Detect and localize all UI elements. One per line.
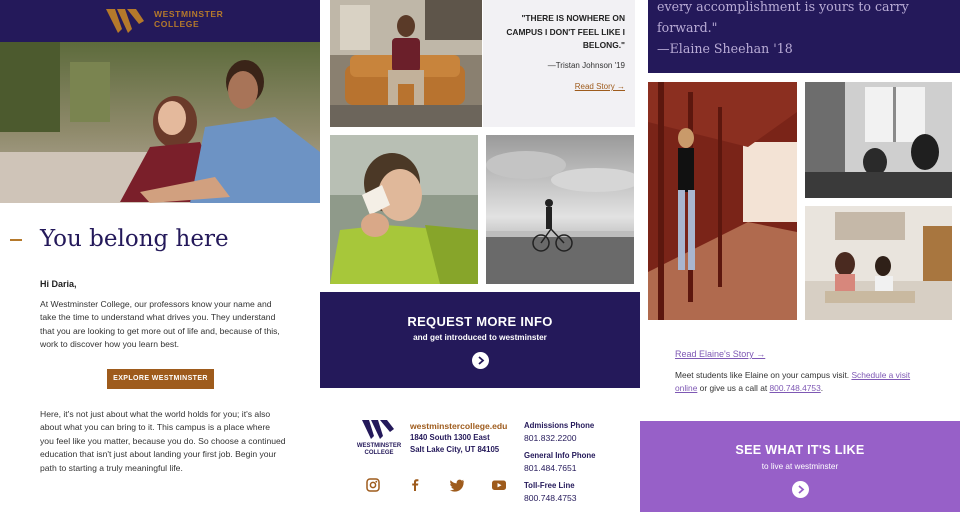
tristan-author: —Tristan Johnson '19 bbox=[547, 61, 625, 70]
chevron-right-icon bbox=[798, 485, 805, 494]
stories-column: "THERE IS NOWHERE ON CAMPUS I DON'T FEEL… bbox=[320, 0, 640, 512]
instagram-icon[interactable] bbox=[365, 478, 381, 492]
student-holding-crystal-photo bbox=[330, 135, 478, 284]
elaine-quote-line2: forward." bbox=[657, 20, 718, 35]
footer-logo-line2: COLLEGE bbox=[364, 450, 394, 456]
request-title: REQUEST MORE INFO bbox=[407, 314, 553, 329]
tristan-photo bbox=[330, 0, 482, 127]
closing-paragraph: Here, it's not just about what the world… bbox=[40, 409, 286, 473]
students-sitting-photo bbox=[0, 42, 320, 203]
see-arrow-button[interactable] bbox=[792, 481, 809, 498]
cyclist-beach-photo bbox=[486, 135, 634, 284]
see-title: SEE WHAT IT'S LIKE bbox=[735, 443, 865, 457]
brand-logo-line2: COLLEGE bbox=[154, 19, 200, 29]
headline-accent-dash bbox=[10, 239, 22, 241]
admissions-phone-number[interactable]: 801.832.2200 bbox=[524, 433, 577, 443]
campus-visit-text: Meet students like Elaine on your campus… bbox=[675, 369, 925, 395]
see-subtitle: to live at westminster bbox=[761, 462, 839, 471]
request-info-banner[interactable]: REQUEST MORE INFO and get introduced to … bbox=[320, 292, 640, 388]
footer-logo-text: WESTMINSTER COLLEGE bbox=[354, 443, 404, 457]
read-elaine-story-link[interactable]: Read Elaine's Story → bbox=[675, 349, 765, 359]
elaine-author: —Elaine Sheehan '18 bbox=[657, 41, 793, 56]
students-studying-photo bbox=[805, 82, 952, 198]
request-subtitle: and get introduced to westminster bbox=[413, 333, 547, 342]
explore-westminster-button[interactable]: EXPLORE WESTMINSTER bbox=[107, 369, 214, 389]
see-what-its-like-banner[interactable]: SEE WHAT IT'S LIKE to live at westminste… bbox=[640, 421, 960, 512]
visit-text-prefix: Meet students like Elaine on your campus… bbox=[675, 370, 852, 380]
chevron-right-icon bbox=[478, 356, 485, 365]
youtube-icon[interactable] bbox=[491, 478, 507, 492]
covered-bridge-photo bbox=[648, 82, 797, 320]
visit-text-middle: or give us a call at bbox=[697, 383, 770, 393]
call-phone-link[interactable]: 800.748.4753 bbox=[770, 383, 821, 393]
intro-column: WESTMINSTER COLLEGE You belong here Hi D… bbox=[0, 0, 320, 512]
facebook-icon[interactable] bbox=[407, 478, 423, 492]
general-phone-label: General Info Phone bbox=[524, 451, 596, 460]
intro-paragraph: At Westminster College, our professors k… bbox=[40, 299, 280, 350]
elaine-quote-line1: every accomplishment is yours to carry bbox=[657, 0, 909, 14]
admissions-phone-label: Admissions Phone bbox=[524, 421, 595, 430]
general-phone-number[interactable]: 801.484.7651 bbox=[524, 463, 577, 473]
website-link[interactable]: westminstercollege.edu bbox=[410, 421, 507, 431]
read-tristan-story-link[interactable]: Read Story → bbox=[575, 82, 625, 91]
page-headline: You belong here bbox=[10, 226, 229, 252]
headline-text: You belong here bbox=[40, 226, 229, 252]
westminster-logo-mark bbox=[106, 9, 144, 33]
tristan-quote-card: "THERE IS NOWHERE ON CAMPUS I DON'T FEEL… bbox=[483, 0, 635, 127]
greeting: Hi Daria, bbox=[40, 279, 77, 289]
address-line2: Salt Lake City, UT 84105 bbox=[410, 445, 500, 454]
tollfree-phone-number[interactable]: 800.748.4753 bbox=[524, 493, 577, 503]
elaine-quote: every accomplishment is yours to carry f… bbox=[657, 0, 957, 59]
brand-logo-line1: WESTMINSTER bbox=[154, 9, 224, 19]
tollfree-phone-label: Toll-Free Line bbox=[524, 481, 575, 490]
footer-logo-line1: WESTMINSTER bbox=[356, 443, 402, 449]
brand-logo-text: WESTMINSTER COLLEGE bbox=[154, 9, 223, 29]
request-arrow-button[interactable] bbox=[472, 352, 489, 369]
elaine-quote-banner: every accomplishment is yours to carry f… bbox=[648, 0, 960, 73]
tristan-quote: "THERE IS NOWHERE ON CAMPUS I DON'T FEEL… bbox=[506, 13, 625, 50]
elaine-column: every accomplishment is yours to carry f… bbox=[640, 0, 960, 512]
visit-text-suffix: . bbox=[820, 383, 824, 393]
brand-header: WESTMINSTER COLLEGE bbox=[0, 0, 320, 42]
address-line1: 1840 South 1300 East bbox=[410, 433, 490, 442]
twitter-icon[interactable] bbox=[449, 478, 465, 492]
dorm-room-photo bbox=[805, 206, 952, 320]
